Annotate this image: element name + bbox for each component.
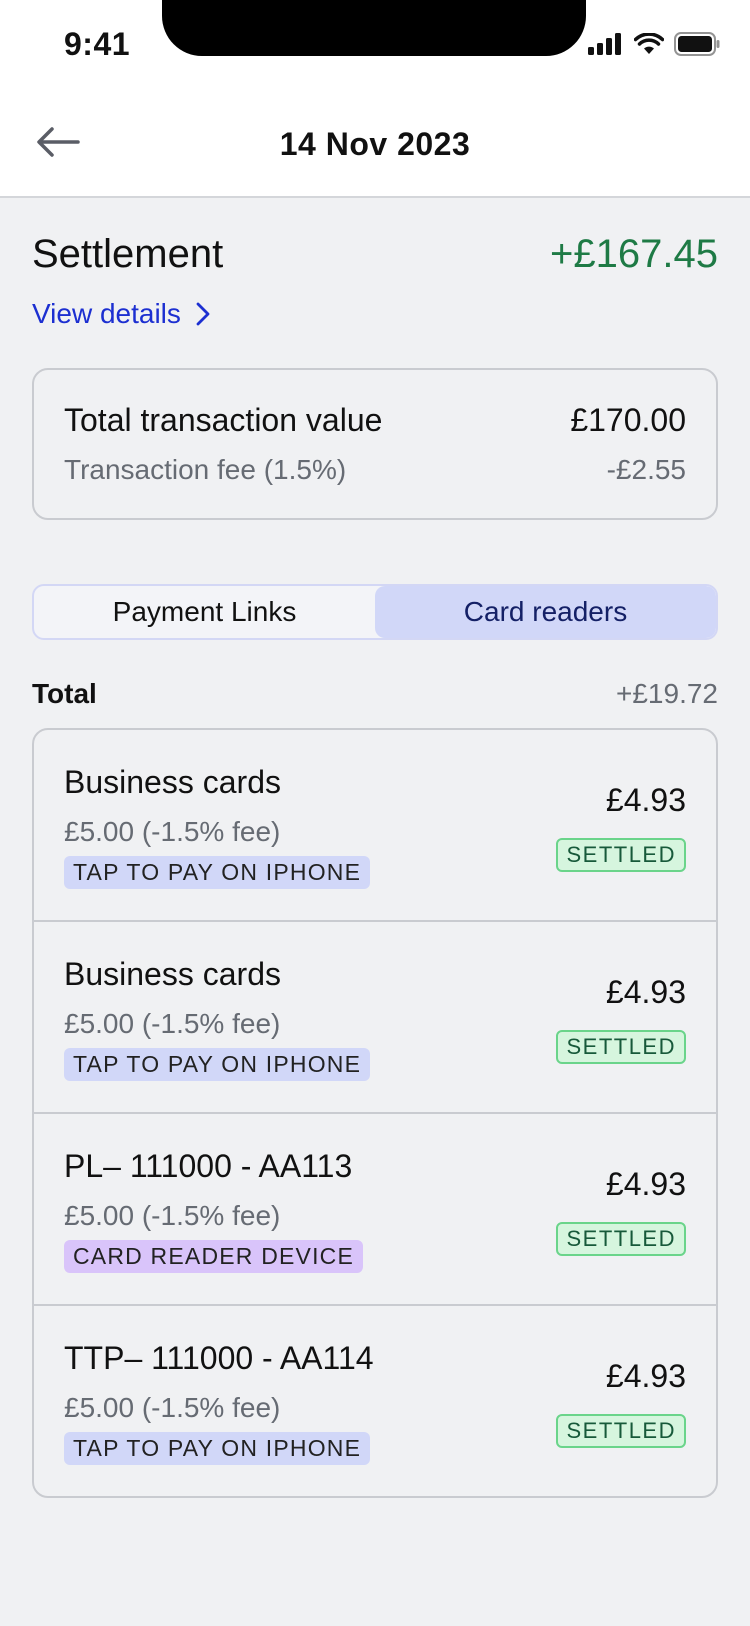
status-badge: SETTLED [556,1030,686,1064]
payment-method-tag: TAP TO PAY ON IPHONE [64,856,371,889]
wifi-icon [633,32,665,60]
view-details-link[interactable]: View details [32,298,211,330]
total-transaction-row: Total transaction value £170.00 [64,402,686,439]
settlement-row: Settlement +£167.45 [32,232,718,277]
cellular-signal-icon [588,33,624,60]
total-transaction-label: Total transaction value [64,402,383,438]
status-badge: SETTLED [556,1414,686,1448]
transaction-subtitle: £5.00 (-1.5% fee) [64,816,281,847]
transaction-title: Business cards [64,764,281,800]
payment-method-tag: TAP TO PAY ON IPHONE [64,1432,371,1465]
chevron-right-icon [196,302,210,326]
transaction-amount: £4.93 [605,1358,686,1394]
transaction-item[interactable]: Business cards £5.00 (-1.5% fee) TAP TO … [34,730,716,922]
transaction-subtitle: £5.00 (-1.5% fee) [64,1200,281,1231]
segmented-control: Payment Links Card readers [32,584,718,640]
transaction-title: PL– 111000 - AA113 [64,1148,353,1184]
total-transaction-value: £170.00 [570,402,686,438]
total-label: Total [32,678,97,709]
transaction-item[interactable]: Business cards £5.00 (-1.5% fee) TAP TO … [34,922,716,1114]
transaction-subtitle: £5.00 (-1.5% fee) [64,1008,281,1039]
transaction-subtitle: £5.00 (-1.5% fee) [64,1392,281,1423]
status-badge: SETTLED [556,1222,686,1256]
status-badge: SETTLED [556,838,686,872]
battery-icon [674,32,720,61]
transaction-amount: £4.93 [605,1166,686,1202]
total-row: Total +£19.72 [32,678,718,710]
transaction-fee-row: Transaction fee (1.5%) -£2.55 [64,454,686,486]
view-details-label: View details [32,298,181,329]
transaction-amount: £4.93 [605,974,686,1010]
transaction-item[interactable]: TTP– 111000 - AA114 £5.00 (-1.5% fee) TA… [34,1306,716,1496]
tab-card-readers[interactable]: Card readers [375,586,716,638]
settlement-amount: +£167.45 [550,232,718,276]
page-title: 14 Nov 2023 [279,126,471,162]
settlement-title: Settlement [32,232,224,276]
transaction-fee-value: -£2.55 [606,454,686,485]
tab-payment-links[interactable]: Payment Links [34,586,375,638]
settlement-summary-card: Total transaction value £170.00 Transact… [32,368,718,520]
transaction-amount: £4.93 [605,782,686,818]
status-time: 9:41 [64,26,131,62]
device-notch [162,0,586,56]
transaction-title: Business cards [64,956,281,992]
transaction-title: TTP– 111000 - AA114 [64,1340,374,1376]
transaction-fee-label: Transaction fee (1.5%) [64,454,347,485]
payment-method-tag: TAP TO PAY ON IPHONE [64,1048,371,1081]
top-bar: 9:41 14 Nov 2023 [0,0,750,198]
transaction-list: Business cards £5.00 (-1.5% fee) TAP TO … [32,728,718,1498]
total-value: +£19.72 [616,678,718,709]
payment-method-tag: CARD READER DEVICE [64,1240,364,1273]
transaction-item[interactable]: PL– 111000 - AA113 £5.00 (-1.5% fee) CAR… [34,1114,716,1306]
status-icons [588,32,720,61]
